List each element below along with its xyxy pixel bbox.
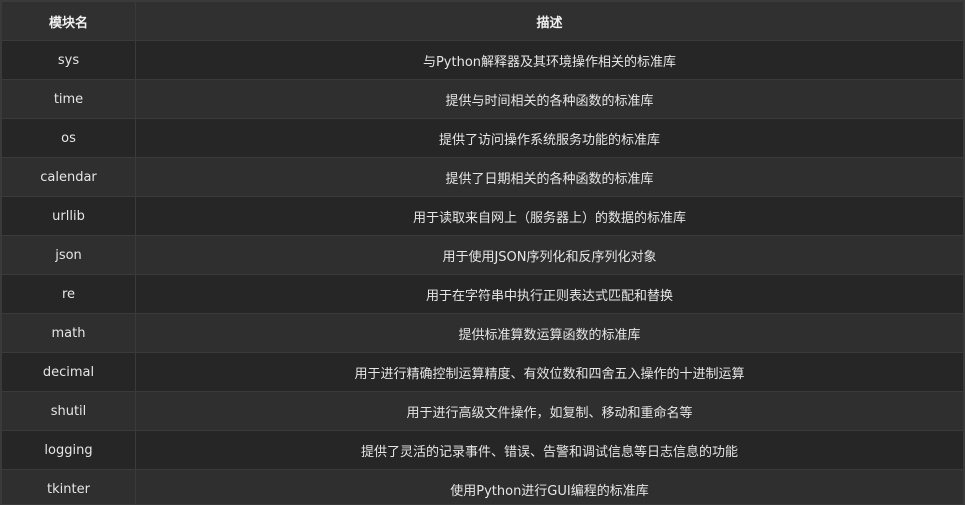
description-cell: 提供了访问操作系统服务功能的标准库: [135, 118, 964, 158]
description-cell: 用于进行高级文件操作，如复制、移动和重命名等: [135, 391, 964, 431]
table-row: sys 与Python解释器及其环境操作相关的标准库: [1, 40, 964, 80]
module-name-cell: time: [1, 79, 136, 119]
description-cell: 用于使用JSON序列化和反序列化对象: [135, 235, 964, 275]
module-name-cell: urllib: [1, 196, 136, 236]
module-table: 模块名 描述 sys 与Python解释器及其环境操作相关的标准库 time 提…: [1, 1, 964, 504]
table-row: time 提供与时间相关的各种函数的标准库: [1, 79, 964, 119]
table-row: calendar 提供了日期相关的各种函数的标准库: [1, 157, 964, 197]
description-cell: 提供了灵活的记录事件、错误、告警和调试信息等日志信息的功能: [135, 430, 964, 470]
module-name-cell: math: [1, 313, 136, 353]
table-row: tkinter 使用Python进行GUI编程的标准库: [1, 469, 964, 504]
header-module-name: 模块名: [1, 1, 136, 41]
table-row: math 提供标准算数运算函数的标准库: [1, 313, 964, 353]
table-row: os 提供了访问操作系统服务功能的标准库: [1, 118, 964, 158]
description-cell: 提供标准算数运算函数的标准库: [135, 313, 964, 353]
description-cell: 用于在字符串中执行正则表达式匹配和替换: [135, 274, 964, 314]
module-name-cell: decimal: [1, 352, 136, 392]
table-row: re 用于在字符串中执行正则表达式匹配和替换: [1, 274, 964, 314]
module-name-cell: re: [1, 274, 136, 314]
description-cell: 用于进行精确控制运算精度、有效位数和四舍五入操作的十进制运算: [135, 352, 964, 392]
module-name-cell: tkinter: [1, 469, 136, 504]
table-row: urllib 用于读取来自网上（服务器上）的数据的标准库: [1, 196, 964, 236]
module-table-container: 模块名 描述 sys 与Python解释器及其环境操作相关的标准库 time 提…: [0, 0, 965, 505]
description-cell: 用于读取来自网上（服务器上）的数据的标准库: [135, 196, 964, 236]
table-row: shutil 用于进行高级文件操作，如复制、移动和重命名等: [1, 391, 964, 431]
module-name-cell: shutil: [1, 391, 136, 431]
table-row: decimal 用于进行精确控制运算精度、有效位数和四舍五入操作的十进制运算: [1, 352, 964, 392]
description-cell: 提供了日期相关的各种函数的标准库: [135, 157, 964, 197]
module-name-cell: sys: [1, 40, 136, 80]
module-name-cell: logging: [1, 430, 136, 470]
table-row: json 用于使用JSON序列化和反序列化对象: [1, 235, 964, 275]
description-cell: 使用Python进行GUI编程的标准库: [135, 469, 964, 504]
module-name-cell: json: [1, 235, 136, 275]
description-cell: 与Python解释器及其环境操作相关的标准库: [135, 40, 964, 80]
description-cell: 提供与时间相关的各种函数的标准库: [135, 79, 964, 119]
header-description: 描述: [135, 1, 964, 41]
table-row: logging 提供了灵活的记录事件、错误、告警和调试信息等日志信息的功能: [1, 430, 964, 470]
header-row: 模块名 描述: [1, 1, 964, 41]
module-name-cell: os: [1, 118, 136, 158]
table-body: sys 与Python解释器及其环境操作相关的标准库 time 提供与时间相关的…: [1, 40, 964, 504]
table-header: 模块名 描述: [1, 1, 964, 41]
module-name-cell: calendar: [1, 157, 136, 197]
